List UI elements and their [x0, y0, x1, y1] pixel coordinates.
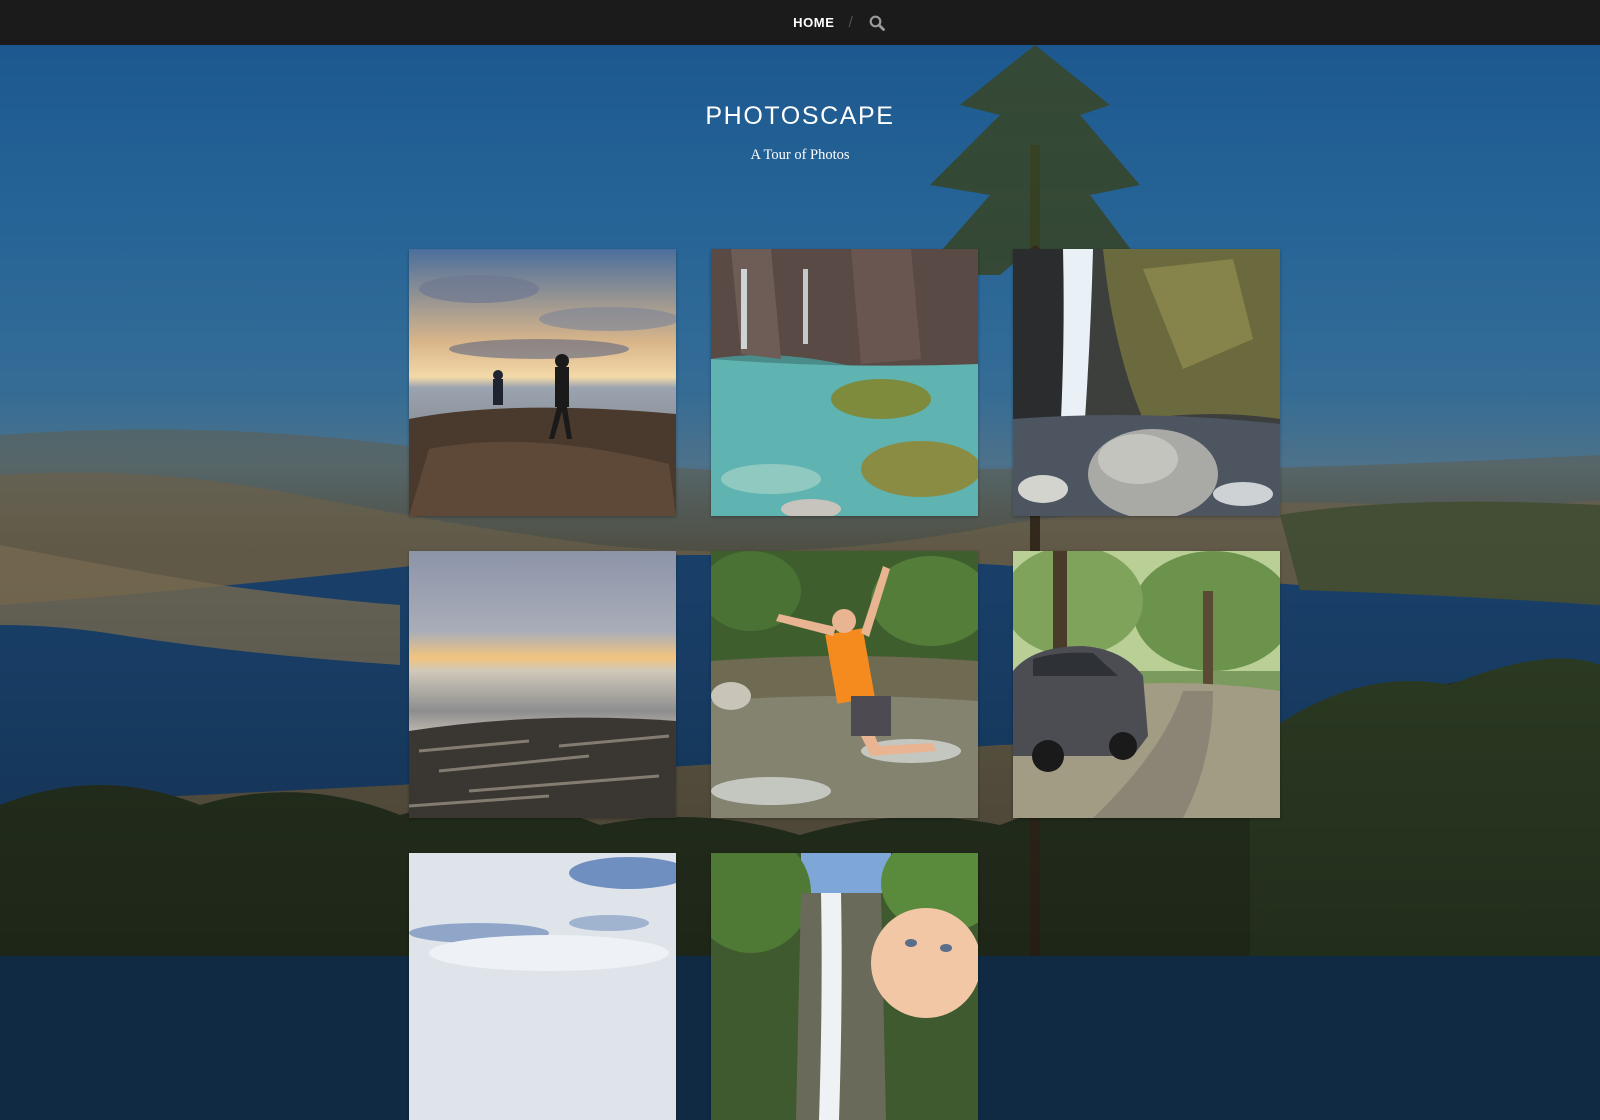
- post-thumbnail-4[interactable]: [409, 551, 676, 818]
- search-button[interactable]: [867, 13, 887, 33]
- post-image-7: [409, 853, 676, 1120]
- post-thumbnail-6[interactable]: [1013, 551, 1280, 818]
- post-thumbnail-1[interactable]: [409, 249, 676, 516]
- site-header: PHOTOSCAPE A Tour of Photos: [0, 45, 1600, 164]
- top-navigation-bar: HOME /: [0, 0, 1600, 45]
- post-image-6: [1013, 551, 1280, 818]
- nav-home-link[interactable]: HOME: [793, 15, 834, 30]
- posts-grid: [409, 249, 1281, 1120]
- site-title[interactable]: PHOTOSCAPE: [0, 102, 1600, 131]
- site-tagline: A Tour of Photos: [750, 147, 850, 163]
- post-thumbnail-5[interactable]: [711, 551, 978, 818]
- primary-menu: HOME /: [793, 13, 887, 33]
- post-image-4: [409, 551, 676, 818]
- post-image-3: [1013, 249, 1280, 516]
- post-thumbnail-2[interactable]: [711, 249, 978, 516]
- search-icon: [869, 15, 885, 31]
- post-thumbnail-7[interactable]: [409, 853, 676, 1120]
- post-thumbnail-8[interactable]: [711, 853, 978, 1120]
- post-image-2: [711, 249, 978, 516]
- post-thumbnail-3[interactable]: [1013, 249, 1280, 516]
- post-image-1: [409, 249, 676, 516]
- post-image-5: [711, 551, 978, 818]
- nav-separator: /: [848, 15, 853, 30]
- post-image-8: [711, 853, 978, 1120]
